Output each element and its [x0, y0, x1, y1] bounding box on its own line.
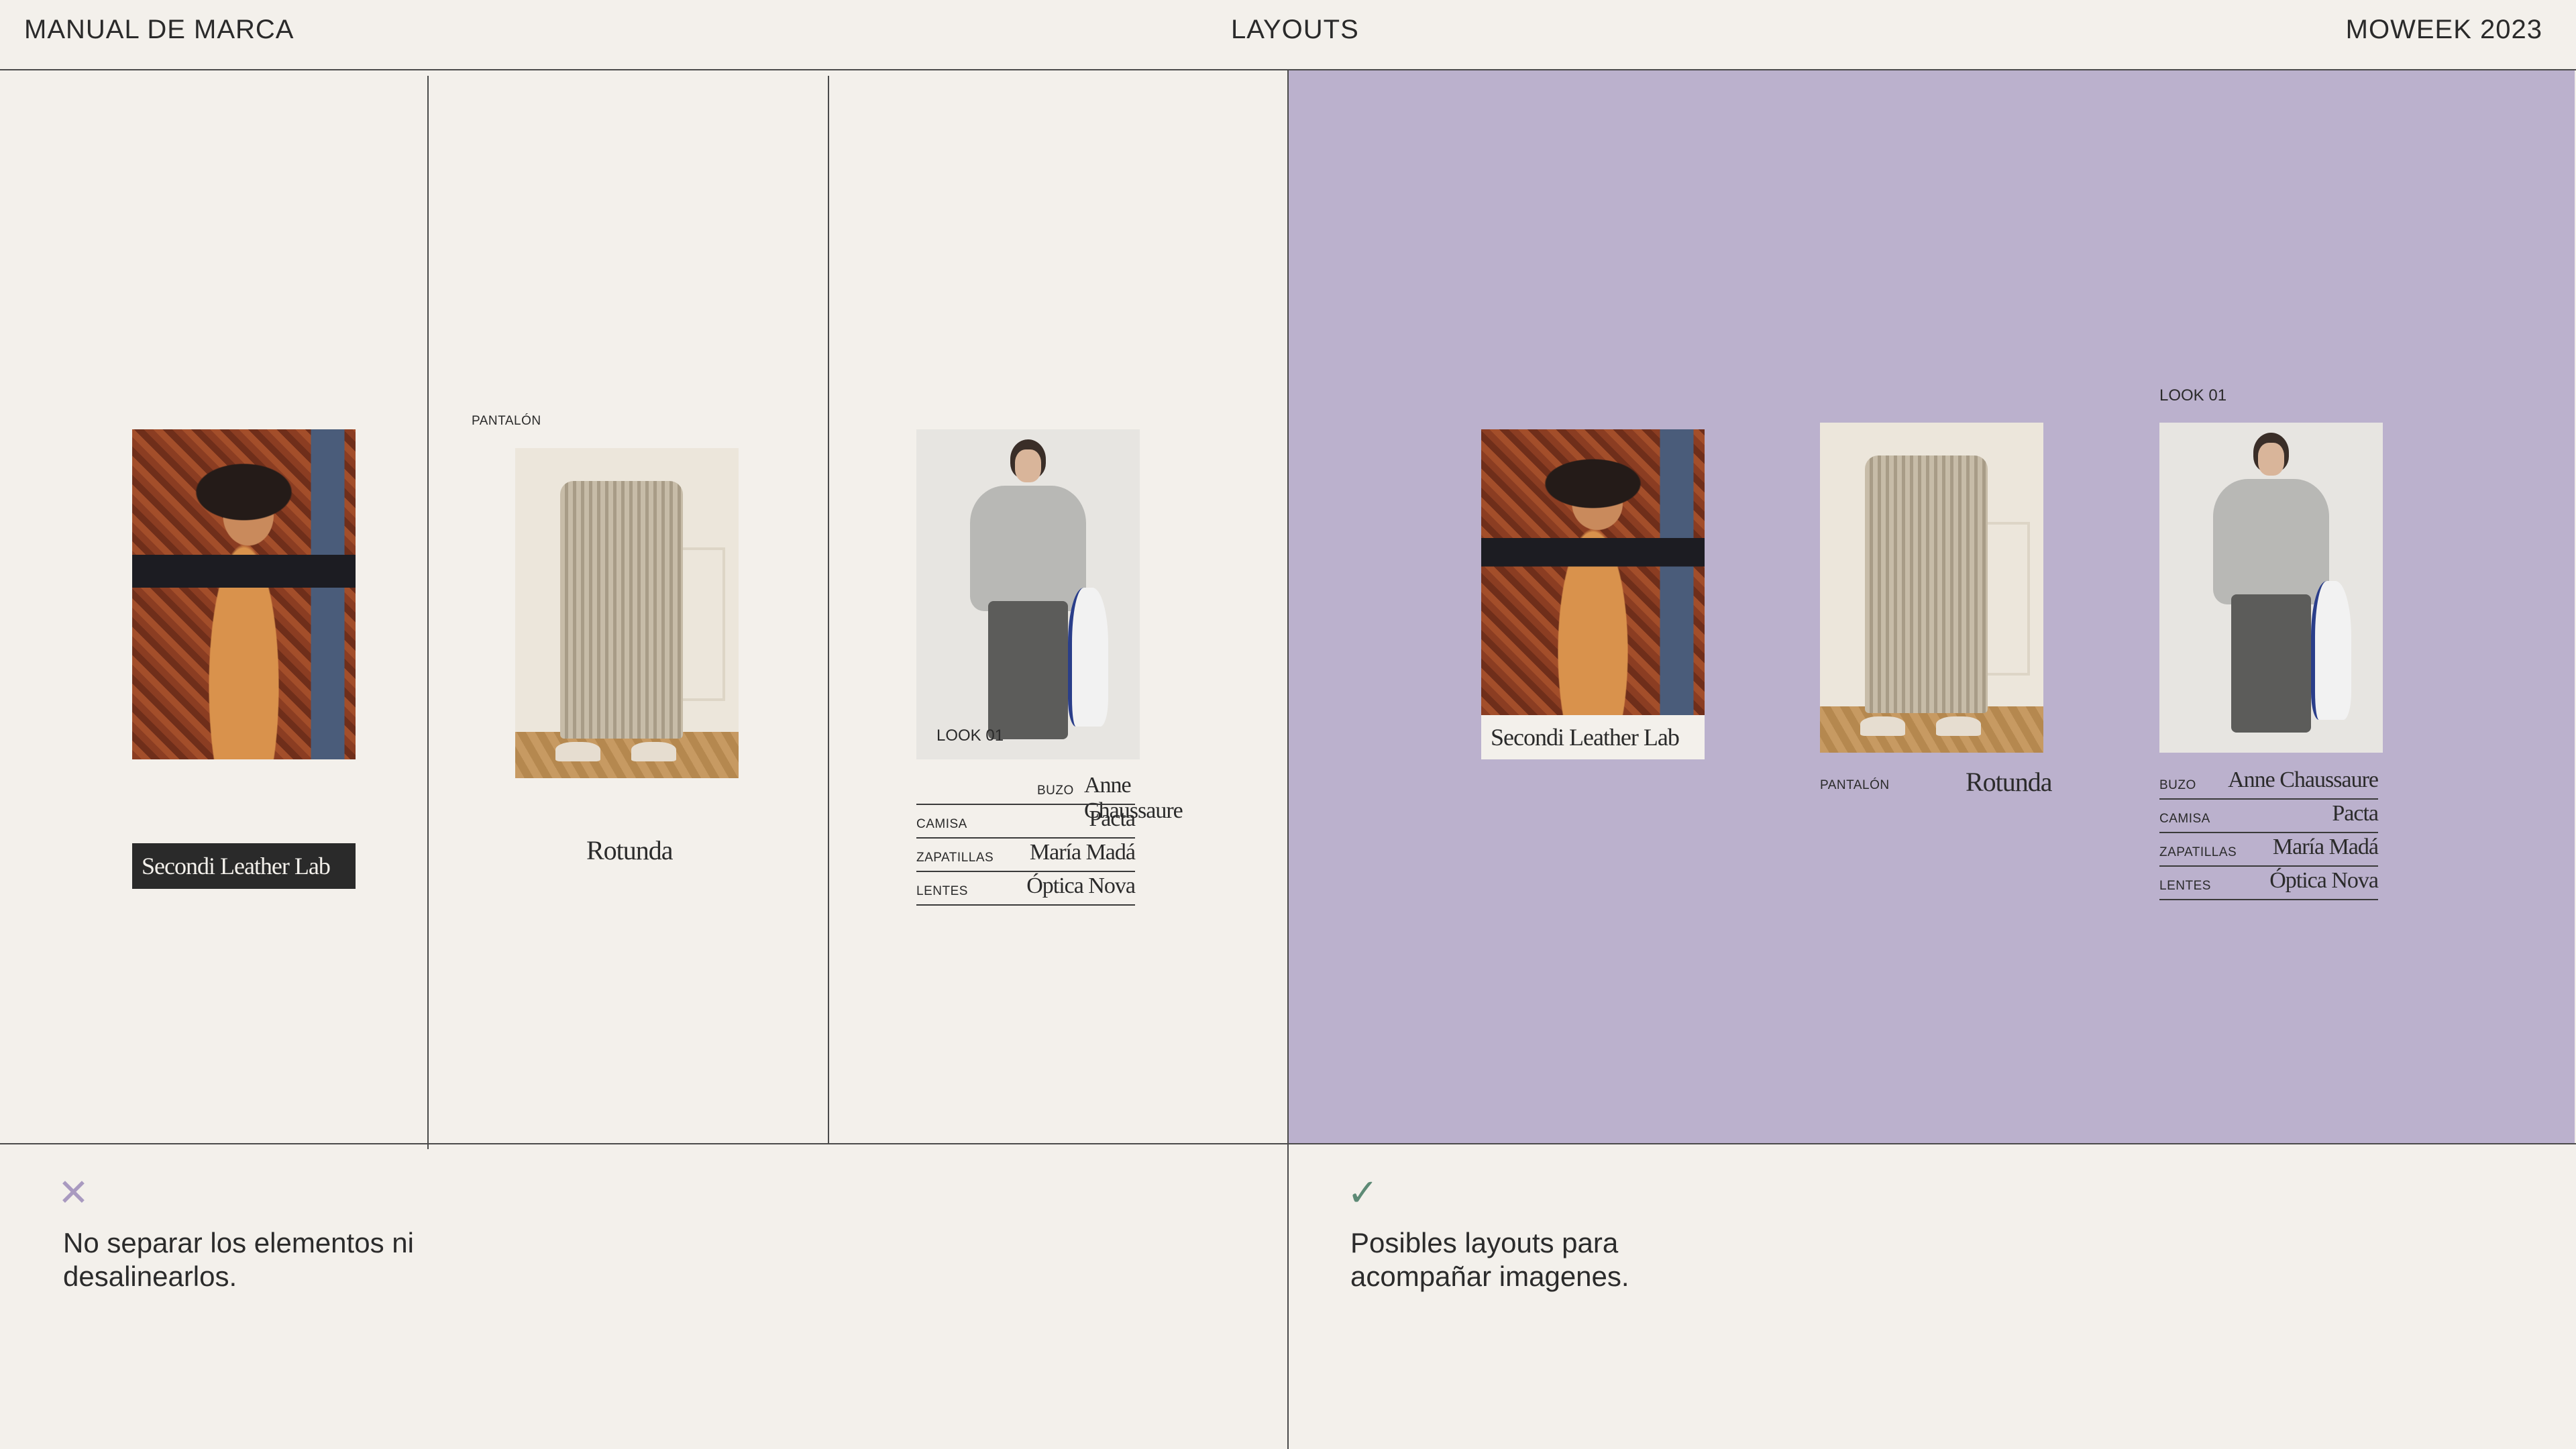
credit-label: CAMISA	[916, 817, 967, 831]
dont-note-line2: desalinearlos.	[63, 1260, 237, 1292]
credit-brand: Pacta	[2332, 801, 2379, 826]
brand-label-box: Secondi Leather Lab	[1481, 715, 1705, 759]
credit-row-3: ZAPATILLAS María Madá	[2159, 833, 2379, 867]
credit-row-4: LENTES Óptica Nova	[916, 872, 1136, 906]
x-icon: ✕	[58, 1171, 89, 1214]
credit-row-2: CAMISA Pacta	[2159, 800, 2379, 833]
credit-row-1: BUZO Anne Chaussaure	[916, 771, 1214, 823]
credit-row-3: ZAPATILLAS María Madá	[916, 839, 1136, 872]
look-photo-3	[2159, 423, 2383, 753]
look-photo-1	[1481, 429, 1705, 715]
brand-label: Rotunda	[1966, 767, 2053, 797]
credit-label: BUZO	[1037, 784, 1074, 798]
check-icon: ✓	[1347, 1171, 1379, 1214]
garment-label: PANTALÓN	[1820, 778, 1890, 792]
credit-brand: María Madá	[1029, 840, 1136, 865]
header-center-title: LAYOUTS	[1231, 15, 1359, 44]
brand-label-box: Secondi Leather Lab	[132, 843, 356, 889]
look-photo-1	[132, 429, 356, 759]
header-right-title: MOWEEK 2023	[2345, 15, 2542, 44]
credit-label: ZAPATILLAS	[916, 851, 994, 865]
do-note-line2: acompañar imagenes.	[1350, 1260, 1629, 1292]
look-title: LOOK 01	[2159, 386, 2227, 405]
credit-label: CAMISA	[2159, 812, 2210, 826]
do-note: Posibles layouts para acompañar imagenes…	[1350, 1226, 1629, 1293]
credit-label: ZAPATILLAS	[2159, 845, 2237, 859]
credit-brand: Pacta	[1089, 806, 1136, 831]
credit-label: LENTES	[916, 884, 968, 898]
credit-brand: María Madá	[2272, 835, 2379, 859]
credit-row-4: LENTES Óptica Nova	[2159, 867, 2379, 900]
look-photo-3	[916, 429, 1140, 759]
look-photo-2	[515, 448, 739, 778]
credit-brand: Anne Chaussaure	[2228, 767, 2379, 792]
column-divider-1	[427, 76, 429, 1149]
credit-brand: Óptica Nova	[2269, 868, 2379, 893]
credit-label: BUZO	[2159, 778, 2196, 792]
garment-label: PANTALÓN	[472, 414, 541, 428]
credit-row-1: BUZO Anne Chaussaure	[2159, 766, 2379, 800]
credit-brand: Óptica Nova	[1026, 873, 1136, 898]
credit-rule	[916, 904, 1135, 906]
header-left-title: MANUAL DE MARCA	[24, 15, 294, 44]
dont-note: No separar los elementos ni desalinearlo…	[63, 1226, 414, 1293]
credit-label: LENTES	[2159, 879, 2211, 893]
look-overlay-label: LOOK 01	[936, 727, 1004, 745]
dont-note-line1: No separar los elementos ni	[63, 1227, 414, 1258]
center-divider	[1287, 70, 1289, 1449]
look-photo-2	[1820, 423, 2043, 753]
brand-label: Rotunda	[586, 835, 674, 865]
credit-rule	[2159, 899, 2378, 900]
column-divider-2	[828, 76, 829, 1143]
credit-row-2: CAMISA Pacta	[916, 805, 1136, 839]
do-note-line1: Posibles layouts para	[1350, 1227, 1619, 1258]
